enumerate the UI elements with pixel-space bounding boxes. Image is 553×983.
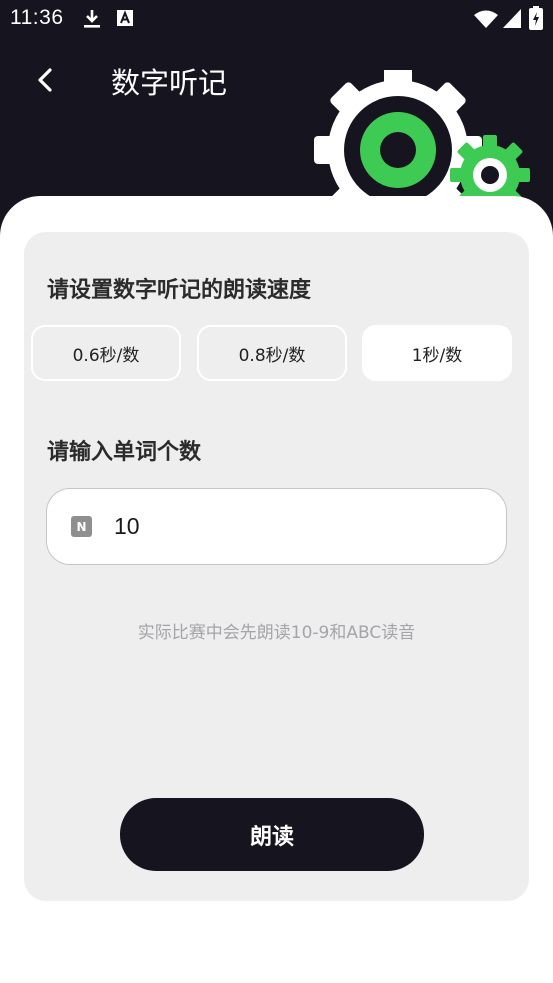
signal-icon <box>503 9 521 32</box>
battery-icon <box>529 6 543 34</box>
word-count-value[interactable]: 10 <box>114 513 140 540</box>
count-section-title: 请输入单词个数 <box>47 440 202 465</box>
read-button[interactable]: 朗读 <box>120 798 424 871</box>
speed-section-title: 请设置数字听记的朗读速度 <box>47 278 312 303</box>
word-count-input[interactable]: N 10 <box>46 488 507 565</box>
page-title: 数字听记 <box>111 66 228 100</box>
gear-icon <box>310 66 540 234</box>
chevron-left-icon <box>38 68 52 92</box>
speed-option-0-8[interactable]: 0.8秒/数 <box>197 325 347 381</box>
status-bar: 11:36 <box>0 0 553 38</box>
download-icon <box>82 8 102 34</box>
status-time: 11:36 <box>10 6 64 29</box>
back-button[interactable] <box>28 62 62 98</box>
speed-option-1[interactable]: 1秒/数 <box>362 325 512 381</box>
font-a-icon <box>116 9 134 31</box>
wifi-icon <box>474 9 498 33</box>
speed-option-0-6[interactable]: 0.6秒/数 <box>31 325 181 381</box>
hint-text: 实际比赛中会先朗读10-9和ABC读音 <box>137 623 416 643</box>
number-icon: N <box>71 516 92 537</box>
settings-card: 请设置数字听记的朗读速度 0.6秒/数 0.8秒/数 1秒/数 请输入单词个数 … <box>24 232 529 901</box>
